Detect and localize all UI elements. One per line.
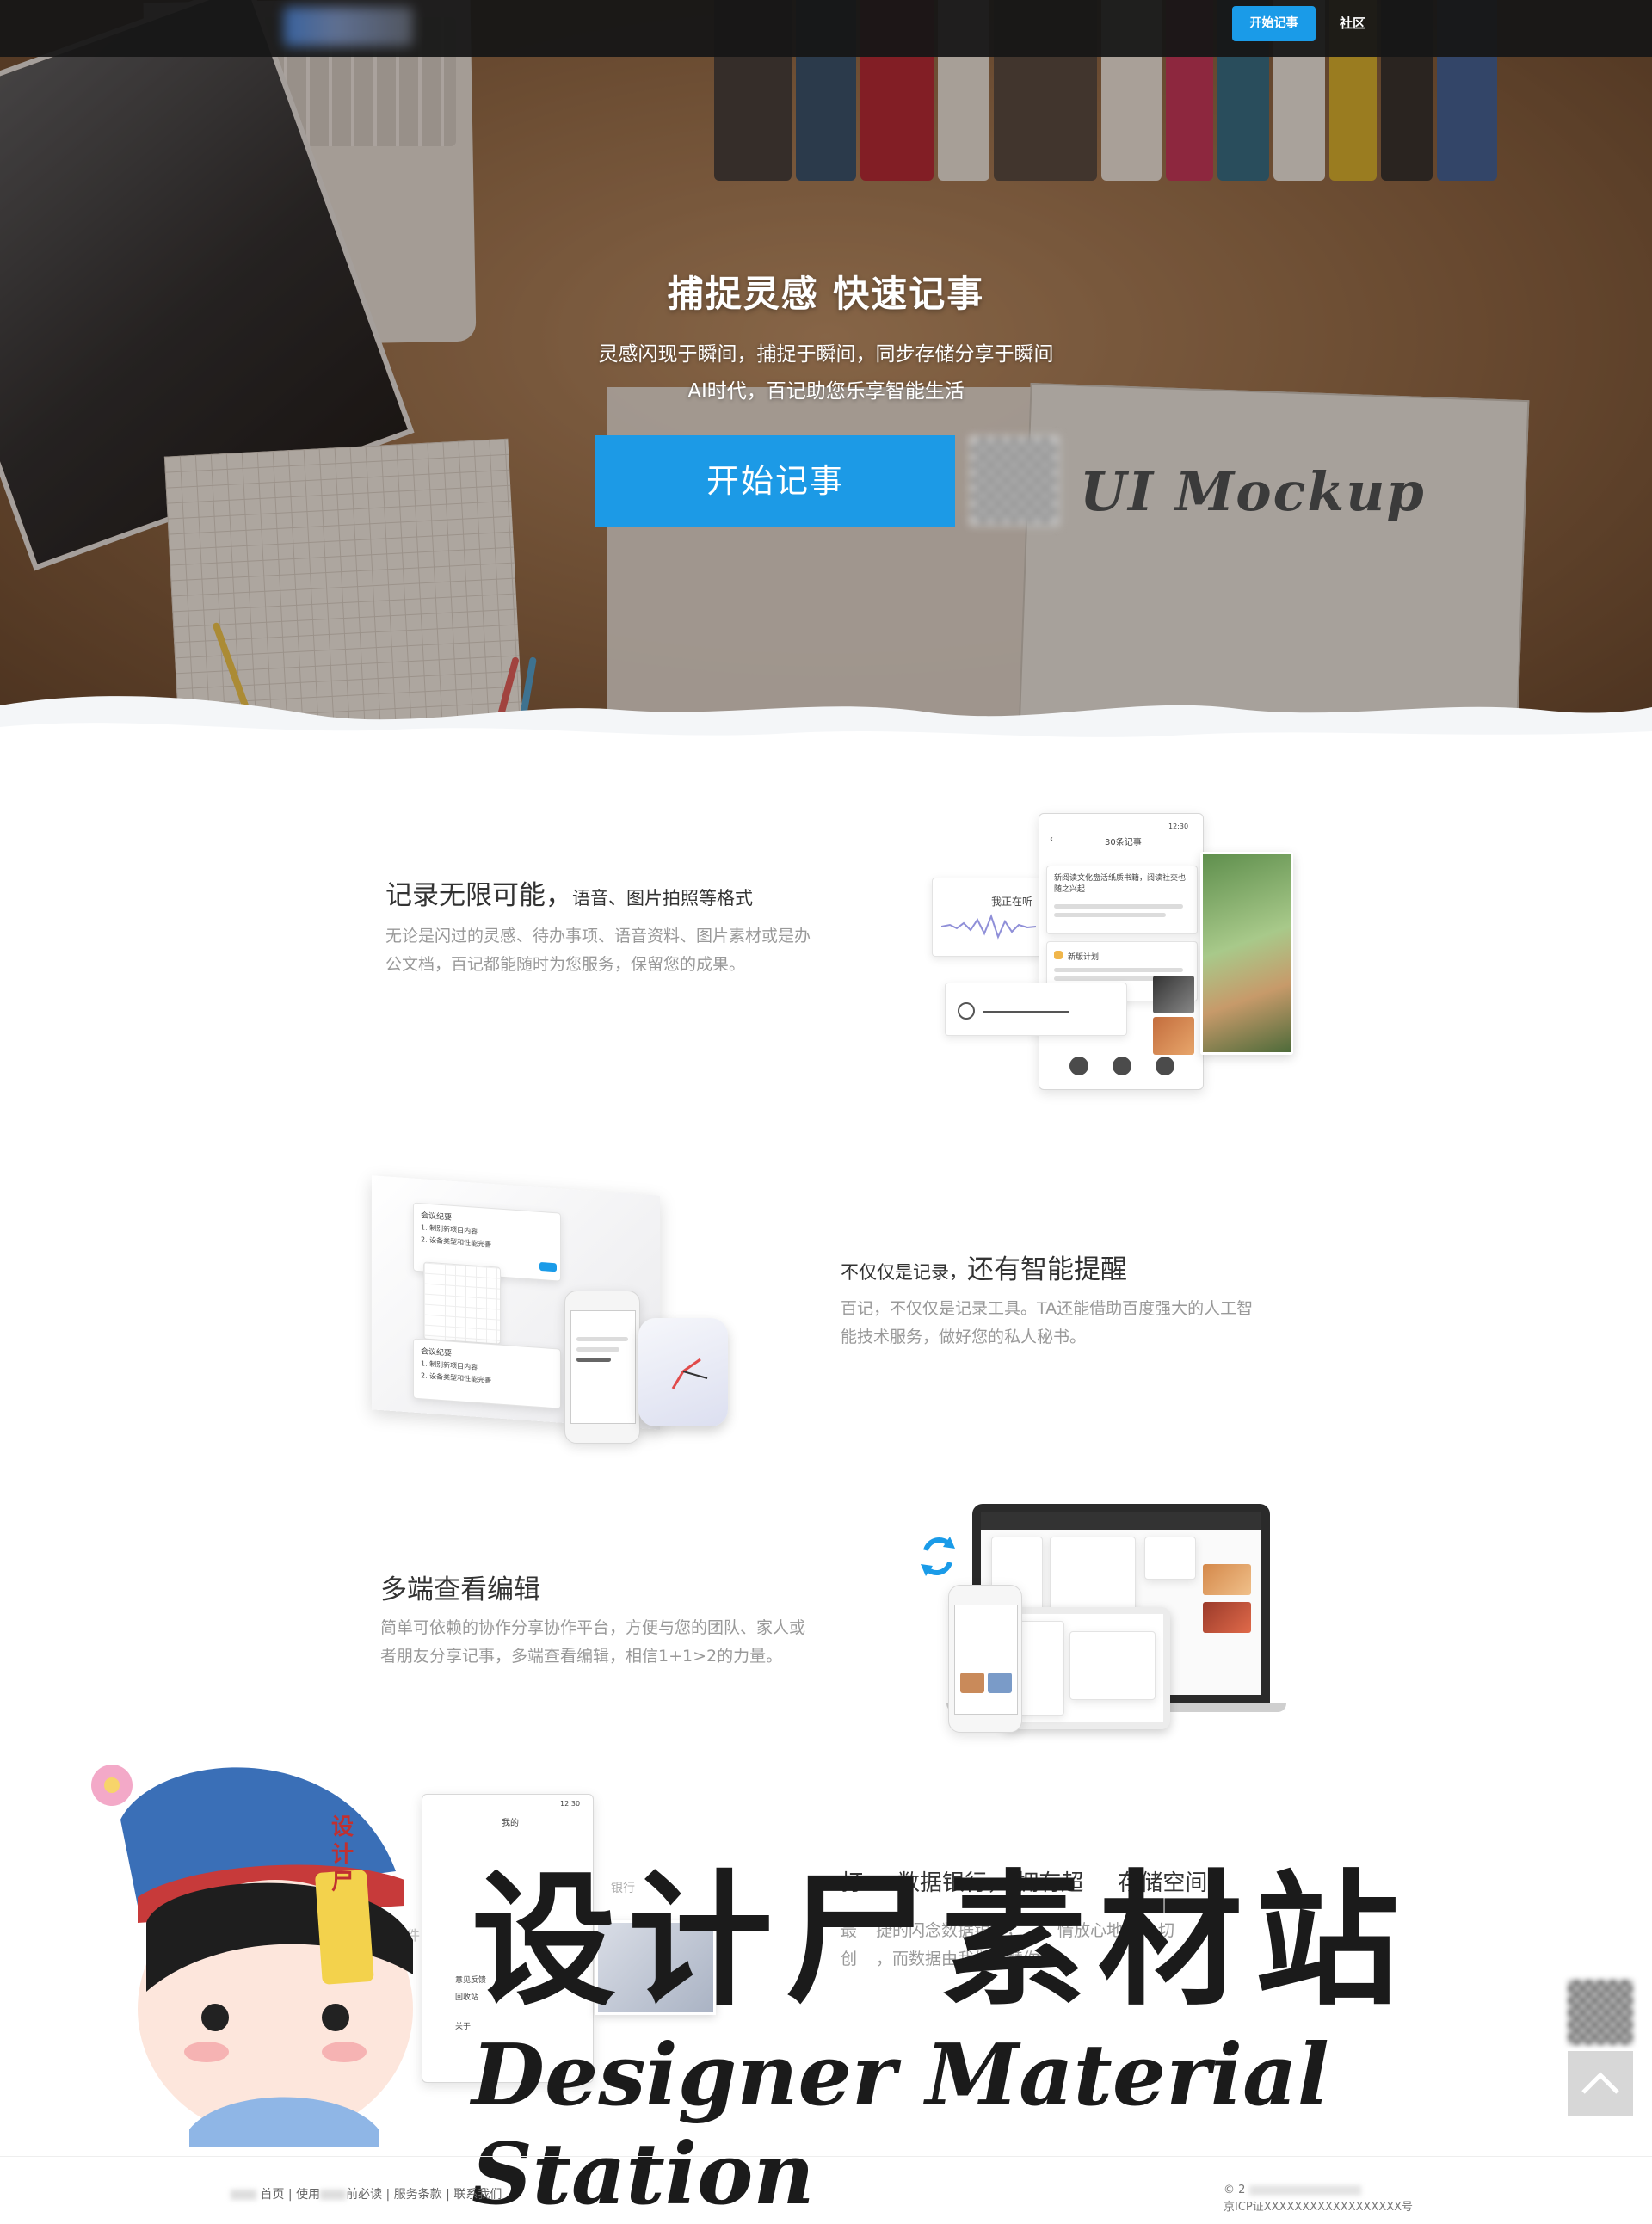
footer-link-usage[interactable]: 使用 bbox=[296, 2188, 320, 2202]
footer-link-readme[interactable]: 前必读 bbox=[346, 2188, 382, 2202]
hero-title: 捕捉灵感 快速记事 bbox=[667, 273, 985, 315]
watermark-subtitle: Designer Material Station bbox=[472, 2026, 1329, 2224]
feature-3-title: 多端查看编辑 bbox=[380, 1574, 540, 1605]
note-card[interactable]: 新阅读文化盘活纸质书籍，阅读社交也随之兴起 bbox=[1046, 866, 1198, 934]
phone-multi bbox=[948, 1585, 1022, 1733]
watermark-badge: 设计尸 bbox=[330, 1814, 354, 1895]
camera-icon[interactable] bbox=[1156, 1057, 1174, 1075]
hero-subtitle-1: 灵感闪现于瞬间，捕捉于瞬间，同步存储分享于瞬间 bbox=[598, 343, 1054, 366]
feature-2-title: 不仅仅是记录，还有智能提醒 bbox=[841, 1254, 1127, 1285]
meeting-card[interactable]: 会议纪要 1. 制别新项目内容 2. 设备类型和性能完善 bbox=[413, 1338, 561, 1409]
tablet-frame bbox=[1002, 1607, 1170, 1729]
top-navbar: 开始记事 社区 bbox=[0, 0, 1652, 57]
watermark-mascot bbox=[91, 1765, 413, 2147]
audio-progress[interactable] bbox=[983, 1011, 1069, 1013]
voice-wave-icon bbox=[941, 914, 1036, 940]
footer-links: 首页 | 使用 前必读 | 服务条款 | 联系我们 bbox=[231, 2185, 502, 2202]
cat-photo bbox=[1200, 852, 1293, 1055]
audio-player-card bbox=[945, 983, 1127, 1036]
side-qr-code[interactable] bbox=[1568, 1980, 1633, 2045]
site-logo[interactable] bbox=[284, 7, 413, 46]
hero-banner: UI Mockup 捕捉灵感 快速记事 灵感闪现于瞬间，捕捉于瞬间，同步存储分享… bbox=[0, 0, 1652, 749]
play-icon[interactable] bbox=[958, 1002, 975, 1020]
hero-subtitle-2: AI时代，百记助您乐享智能生活 bbox=[687, 380, 965, 403]
phone-notes-list: ‹ 30条记事 12:30 新阅读文化盘活纸质书籍，阅读社交也随之兴起 新版计划 bbox=[1039, 813, 1204, 1090]
footer-divider bbox=[0, 2156, 1652, 2157]
back-to-top-icon bbox=[1581, 2072, 1619, 2094]
footer-link-home[interactable]: 首页 bbox=[260, 2188, 284, 2202]
feature-1-title: 记录无限可能，语音、图片拍照等格式 bbox=[385, 880, 753, 911]
nav-community-link[interactable]: 社区 bbox=[1325, 6, 1380, 41]
edit-icon[interactable] bbox=[1069, 1057, 1088, 1075]
hero-wave-divider bbox=[0, 696, 1652, 749]
sync-icon bbox=[921, 1537, 955, 1576]
footer-copyright: © 2 京ICP证XXXXXXXXXXXXXXXXXX号 bbox=[1224, 2182, 1413, 2216]
hero-start-button[interactable]: 开始记事 bbox=[595, 435, 955, 527]
back-icon[interactable]: ‹ bbox=[1050, 835, 1053, 844]
clock-icon bbox=[638, 1318, 728, 1426]
footer-icp: 京ICP证XXXXXXXXXXXXXXXXXX号 bbox=[1224, 2201, 1414, 2214]
feature-2-desc: 百记，不仅仅是记录工具。TA还能借助百度强大的人工智 能技术服务，做好您的私人秘… bbox=[841, 1299, 1254, 1346]
feature-3-desc: 简单可依赖的协作分享协作平台，方便与您的团队、家人或 者朋友分享记事，多端查看编… bbox=[380, 1618, 806, 1666]
hero-qr-code bbox=[970, 436, 1059, 526]
listening-card: 我正在听 bbox=[932, 878, 1042, 957]
mic-icon[interactable] bbox=[1113, 1057, 1131, 1075]
phone-reminder bbox=[564, 1291, 640, 1444]
back-to-top-button[interactable] bbox=[1568, 2051, 1633, 2116]
calendar-widget[interactable] bbox=[423, 1261, 501, 1345]
footer-link-contact[interactable]: 联系我们 bbox=[453, 2188, 502, 2202]
feature-1-desc: 无论是闪过的灵感、待办事项、语音资料、图片素材或是办 公文档，百记都能随时为您服… bbox=[385, 927, 811, 974]
hero-mockup-text: UI Mockup bbox=[1080, 460, 1426, 523]
watermark-title: 设计尸素材站 bbox=[472, 1855, 1411, 2025]
nav-start-note-button[interactable]: 开始记事 bbox=[1232, 6, 1316, 41]
footer-link-terms[interactable]: 服务条款 bbox=[394, 2188, 442, 2202]
